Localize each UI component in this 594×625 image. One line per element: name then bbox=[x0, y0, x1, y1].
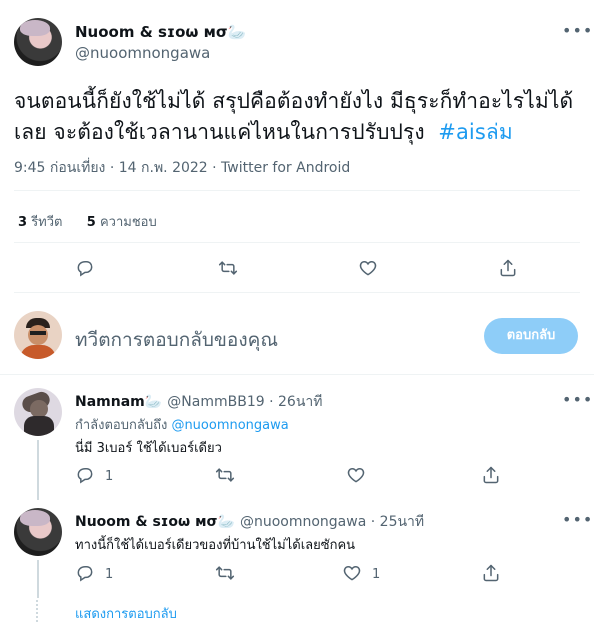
replying-to: กำลังตอบกลับถึง @nuoomnongawa bbox=[75, 414, 289, 435]
retweet-icon[interactable] bbox=[215, 563, 235, 583]
reply-count: 1 bbox=[105, 469, 114, 484]
hashtag-link[interactable]: #aisล่ม bbox=[438, 120, 513, 144]
thread-dots bbox=[36, 600, 40, 622]
reply-text: ทางนี้ก็ใช้ได้เบอร์เดียวของที่บ้านใช้ไม่… bbox=[75, 538, 356, 553]
like-icon[interactable] bbox=[358, 258, 378, 278]
likes-label: ความชอบ bbox=[99, 215, 157, 230]
reply-author-avatar[interactable] bbox=[14, 388, 62, 436]
more-options-icon[interactable]: ••• bbox=[562, 23, 593, 39]
retweet-icon[interactable] bbox=[218, 258, 238, 278]
divider bbox=[14, 242, 580, 243]
reply-count: 1 bbox=[105, 567, 114, 582]
reply-header: Nuoom & sɪᴏω мσ🦢 @nuoomnongawa · 25นาที bbox=[75, 514, 425, 530]
retweets-label: รีทวีต bbox=[31, 215, 63, 230]
divider bbox=[14, 292, 580, 293]
reply-time[interactable]: 26นาที bbox=[278, 394, 322, 410]
replying-to-handle[interactable]: @nuoomnongawa bbox=[171, 418, 288, 433]
like-icon[interactable] bbox=[346, 465, 366, 485]
reply-icon[interactable] bbox=[75, 258, 95, 278]
tweet-timestamp[interactable]: 9:45 ก่อนเที่ยง · 14 ก.พ. 2022 · bbox=[14, 160, 221, 176]
thread-line bbox=[37, 560, 39, 598]
reply-time[interactable]: 25นาที bbox=[380, 514, 424, 530]
current-user-avatar[interactable] bbox=[14, 311, 62, 359]
reply-icon[interactable] bbox=[75, 465, 95, 485]
reply-icon[interactable] bbox=[75, 563, 95, 583]
author-avatar[interactable] bbox=[14, 18, 62, 66]
tweet-meta: 9:45 ก่อนเที่ยง · 14 ก.พ. 2022 · Twitter… bbox=[14, 157, 350, 179]
reply-handle[interactable]: @nuoomnongawa bbox=[240, 514, 366, 530]
retweet-icon[interactable] bbox=[215, 465, 235, 485]
replying-to-label: กำลังตอบกลับถึง bbox=[75, 418, 168, 433]
like-icon[interactable] bbox=[342, 563, 362, 583]
reply-header: Namnam🦢 @NammBB19 · 26นาที bbox=[75, 394, 323, 410]
show-replies-link[interactable]: แสดงการตอบกลับ bbox=[75, 603, 177, 624]
divider bbox=[0, 374, 594, 375]
author-handle[interactable]: @nuoomnongawa bbox=[75, 44, 210, 62]
share-icon[interactable] bbox=[498, 258, 518, 278]
tweet-text: จนตอนนี้ก็ยังใช้ไม่ได้ สรุปคือต้องทำยังไ… bbox=[14, 86, 582, 148]
retweets-count: 3 bbox=[18, 215, 28, 230]
reply-author-avatar[interactable] bbox=[14, 508, 62, 556]
reply-display-name[interactable]: Nuoom & sɪᴏω мσ🦢 bbox=[75, 514, 235, 530]
retweets-stat[interactable]: 3 รีทวีต bbox=[18, 215, 62, 230]
divider bbox=[14, 190, 580, 191]
more-options-icon[interactable]: ••• bbox=[562, 512, 593, 528]
like-count: 1 bbox=[372, 567, 381, 582]
thread-line bbox=[37, 440, 39, 500]
tweet-source[interactable]: Twitter for Android bbox=[221, 160, 350, 176]
likes-count: 5 bbox=[86, 215, 96, 230]
likes-stat[interactable]: 5 ความชอบ bbox=[87, 215, 157, 230]
reply-input[interactable]: ทวีตการตอบกลับของคุณ bbox=[75, 325, 465, 355]
author-display-name[interactable]: Nuoom & sɪᴏω мσ🦢 bbox=[75, 23, 246, 41]
more-options-icon[interactable]: ••• bbox=[562, 392, 593, 408]
share-icon[interactable] bbox=[481, 465, 501, 485]
tweet-stats: 3 รีทวีต 5 ความชอบ bbox=[18, 211, 157, 232]
reply-button[interactable]: ตอบกลับ bbox=[484, 318, 578, 354]
reply-text: นี่มี 3เบอร์ ใช้ได้เบอร์เดียว bbox=[75, 441, 222, 456]
reply-handle[interactable]: @NammBB19 bbox=[167, 394, 264, 410]
reply-display-name[interactable]: Namnam🦢 bbox=[75, 394, 162, 410]
share-icon[interactable] bbox=[481, 563, 501, 583]
